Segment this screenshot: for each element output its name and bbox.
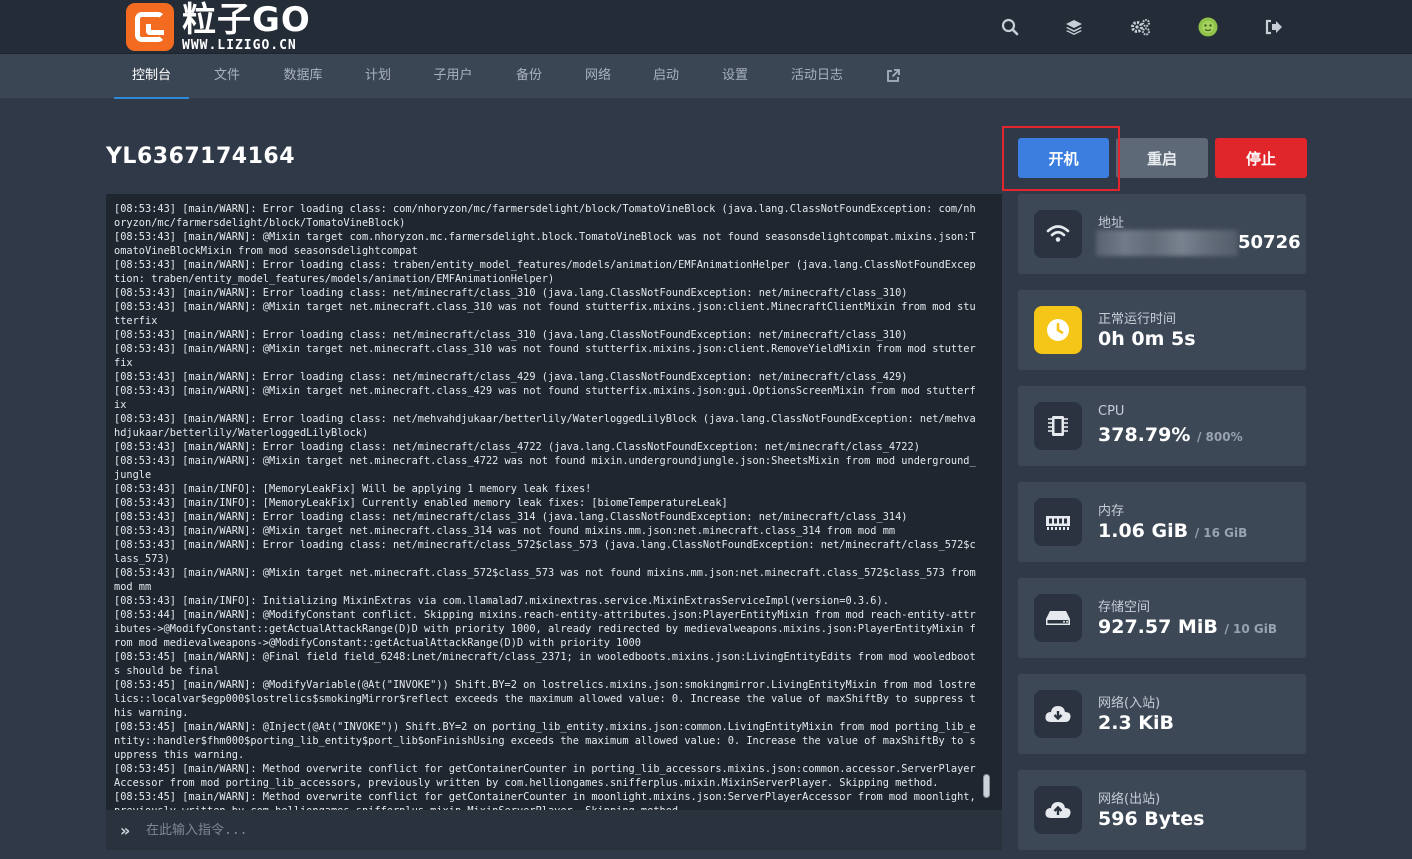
console-line: [08:53:45] [main/WARN]: @Final field fie… xyxy=(114,651,976,677)
console-line: [08:53:43] [main/WARN]: @Mixin target ne… xyxy=(114,525,896,537)
console-line: [08:53:44] [main/WARN]: @ModifyConstant … xyxy=(114,609,976,649)
cpu-label: CPU xyxy=(1098,404,1125,419)
console-line: [08:53:43] [main/WARN]: Error loading cl… xyxy=(114,413,976,439)
tab-startup[interactable]: 启动 xyxy=(643,54,689,99)
console-scrollbar[interactable] xyxy=(983,774,990,798)
console-line: [08:53:45] [main/WARN]: @ModifyVariable(… xyxy=(114,679,976,719)
console-output[interactable]: [08:53:43] [main/WARN]: Error loading cl… xyxy=(106,194,1002,810)
network-in-value: 2.3 KiB xyxy=(1098,712,1174,734)
tab-network[interactable]: 网络 xyxy=(576,54,620,99)
console-line: [08:53:43] [main/WARN]: Error loading cl… xyxy=(114,539,976,565)
stat-card-disk: 存储空间 927.57 MiB / 10 GiB xyxy=(1018,578,1306,658)
memory-value: 1.06 GiB / 16 GiB xyxy=(1098,520,1247,542)
address-redacted xyxy=(1096,230,1238,256)
external-link-icon[interactable] xyxy=(880,54,906,99)
tab-subusers[interactable]: 子用户 xyxy=(424,54,482,99)
logout-icon[interactable] xyxy=(1263,16,1285,38)
network-out-label: 网络(出站) xyxy=(1098,792,1161,807)
stat-card-network-out: 网络(出站) 596 Bytes xyxy=(1018,770,1306,850)
console-line: [08:53:43] [main/WARN]: @Mixin target ne… xyxy=(114,567,982,593)
logo-subtitle: WWW.LIZIGO.CN xyxy=(182,37,297,53)
console-line: [08:53:45] [main/WARN]: Method overwrite… xyxy=(114,791,976,810)
top-bar: 粒子GO WWW.LIZIGO.CN xyxy=(0,0,1412,54)
console-line: [08:53:43] [main/WARN]: @Mixin target ne… xyxy=(114,343,976,369)
stop-button[interactable]: 停止 xyxy=(1215,138,1307,178)
console-line: [08:53:43] [main/WARN]: Error loading cl… xyxy=(114,441,920,453)
server-nav: 控制台 文件 数据库 计划 子用户 备份 网络 启动 设置 活动日志 xyxy=(0,54,1412,99)
console-line: [08:53:43] [main/INFO]: [MemoryLeakFix] … xyxy=(114,497,728,509)
cpu-value: 378.79% / 800% xyxy=(1098,424,1243,446)
logo-mark-icon xyxy=(126,3,174,51)
memory-icon xyxy=(1034,498,1082,546)
network-out-value: 596 Bytes xyxy=(1098,808,1205,830)
command-bar: » xyxy=(106,810,1002,850)
disk-limit: / 10 GiB xyxy=(1224,622,1278,636)
stat-card-network-in: 网络(入站) 2.3 KiB xyxy=(1018,674,1306,754)
console-line: [08:53:43] [main/WARN]: Error loading cl… xyxy=(114,329,908,341)
clock-icon xyxy=(1034,306,1082,354)
console-line: [08:53:43] [main/INFO]: Initializing Mix… xyxy=(114,595,889,607)
console-log: [08:53:43] [main/WARN]: Error loading cl… xyxy=(114,202,980,810)
stat-card-uptime: 正常运行时间 0h 0m 5s xyxy=(1018,290,1306,370)
console-line: [08:53:45] [main/WARN]: @Inject(@At("INV… xyxy=(114,721,976,761)
disk-label: 存储空间 xyxy=(1098,600,1151,615)
uptime-value: 0h 0m 5s xyxy=(1098,328,1196,350)
logo[interactable]: 粒子GO WWW.LIZIGO.CN xyxy=(126,2,311,52)
tab-activity[interactable]: 活动日志 xyxy=(782,54,852,99)
disk-value: 927.57 MiB / 10 GiB xyxy=(1098,616,1277,638)
disk-usage: 927.57 MiB xyxy=(1098,616,1218,638)
prompt-chevron-icon: » xyxy=(120,821,131,840)
command-input[interactable] xyxy=(146,818,986,842)
wifi-icon xyxy=(1034,210,1082,258)
cpu-icon xyxy=(1034,402,1082,450)
console-line: [08:53:43] [main/WARN]: Error loading cl… xyxy=(114,287,908,299)
tab-files[interactable]: 文件 xyxy=(204,54,250,99)
memory-label: 内存 xyxy=(1098,504,1125,519)
tab-backups[interactable]: 备份 xyxy=(506,54,552,99)
cogs-icon[interactable] xyxy=(1129,16,1151,38)
stat-card-address: 地址 50726 xyxy=(1018,194,1306,274)
tab-databases[interactable]: 数据库 xyxy=(274,54,332,99)
console-line: [08:53:43] [main/WARN]: Error loading cl… xyxy=(114,511,908,523)
start-button[interactable]: 开机 xyxy=(1018,138,1109,178)
tab-schedules[interactable]: 计划 xyxy=(356,54,400,99)
server-name: YL6367174164 xyxy=(106,144,296,169)
uptime-label: 正常运行时间 xyxy=(1098,312,1177,327)
logo-title: 粒子GO xyxy=(182,0,311,40)
cpu-limit: / 800% xyxy=(1196,430,1243,444)
console-line: [08:53:43] [main/WARN]: @Mixin target ne… xyxy=(114,455,976,481)
tab-settings[interactable]: 设置 xyxy=(712,54,758,99)
tab-console[interactable]: 控制台 xyxy=(114,54,189,99)
console-line: [08:53:45] [main/WARN]: Method overwrite… xyxy=(114,763,976,789)
stat-card-memory: 内存 1.06 GiB / 16 GiB xyxy=(1018,482,1306,562)
avatar[interactable] xyxy=(1197,16,1219,38)
memory-limit: / 16 GiB xyxy=(1194,526,1248,540)
address-label: 地址 xyxy=(1098,216,1125,231)
network-in-label: 网络(入站) xyxy=(1098,696,1161,711)
console-line: [08:53:43] [main/WARN]: Error loading cl… xyxy=(114,203,976,229)
memory-usage: 1.06 GiB xyxy=(1098,520,1189,542)
stat-card-cpu: CPU 378.79% / 800% xyxy=(1018,386,1306,466)
cpu-usage: 378.79% xyxy=(1098,424,1191,446)
console-line: [08:53:43] [main/WARN]: @Mixin target ne… xyxy=(114,301,976,327)
console-line: [08:53:43] [main/INFO]: [MemoryLeakFix] … xyxy=(114,483,592,495)
console-line: [08:53:43] [main/WARN]: @Mixin target ne… xyxy=(114,385,976,411)
cloud-download-icon xyxy=(1034,690,1082,738)
cloud-upload-icon xyxy=(1034,786,1082,834)
address-port[interactable]: 50726 xyxy=(1238,232,1301,253)
restart-button[interactable]: 重启 xyxy=(1116,138,1208,178)
console-line: [08:53:43] [main/WARN]: Error loading cl… xyxy=(114,259,976,285)
hdd-icon xyxy=(1034,594,1082,642)
layers-icon[interactable] xyxy=(1063,16,1085,38)
search-icon[interactable] xyxy=(999,16,1021,38)
console-line: [08:53:43] [main/WARN]: @Mixin target co… xyxy=(114,231,976,257)
console-line: [08:53:43] [main/WARN]: Error loading cl… xyxy=(114,371,908,383)
